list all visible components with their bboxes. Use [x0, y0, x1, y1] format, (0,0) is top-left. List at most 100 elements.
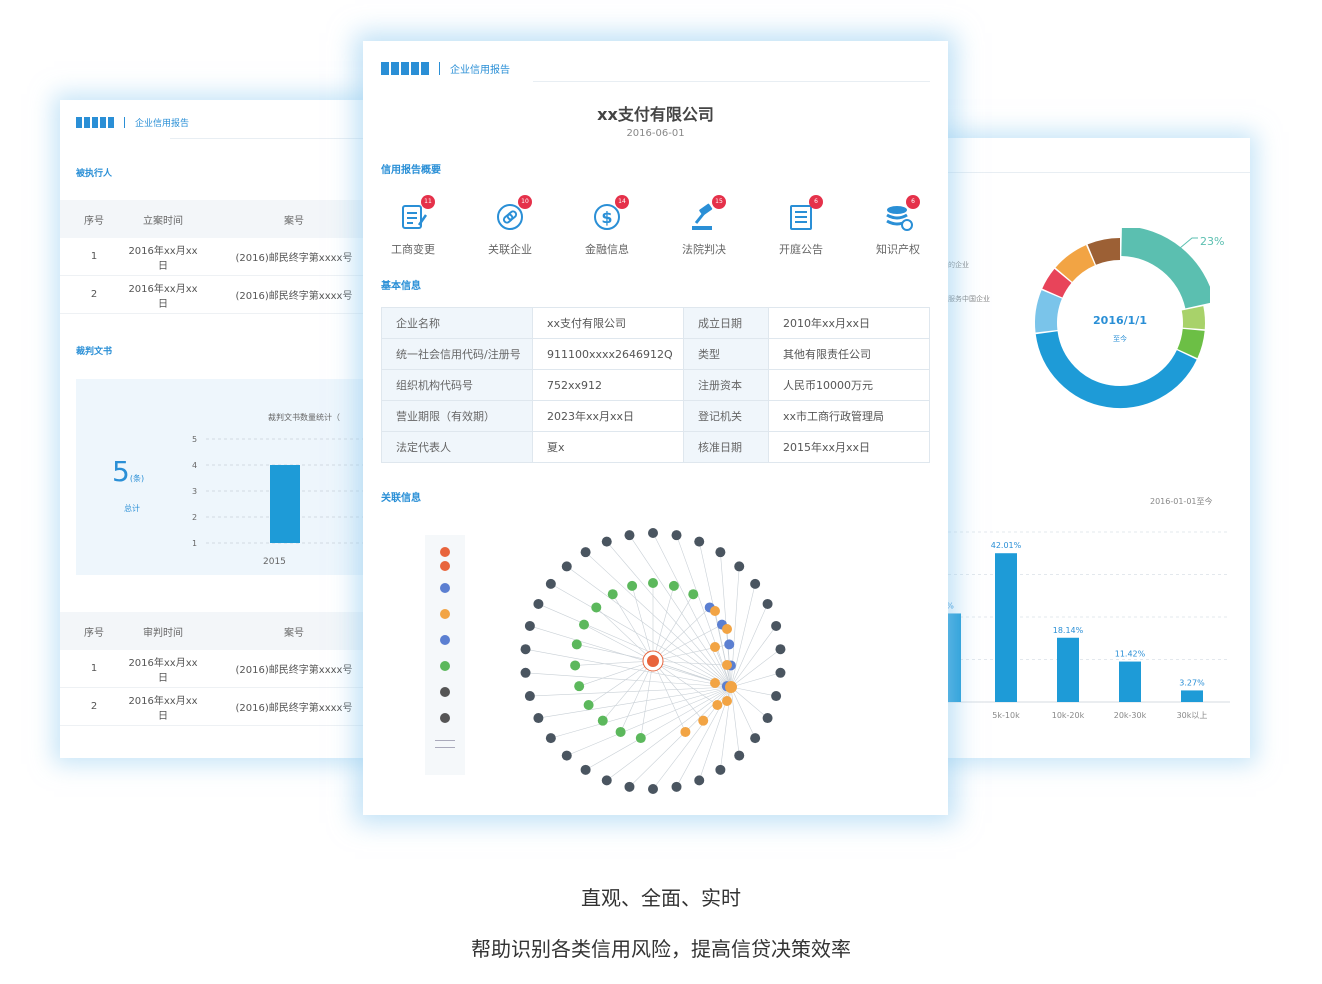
summary-ip[interactable]: 6 知识产权 — [858, 195, 938, 257]
network-node[interactable] — [545, 733, 556, 744]
network-node[interactable] — [771, 691, 782, 702]
network-node[interactable] — [601, 775, 612, 786]
summary-court-notices[interactable]: 6 开庭公告 — [761, 195, 841, 257]
network-node[interactable] — [750, 578, 761, 589]
network-edge — [730, 603, 768, 688]
network-node[interactable] — [694, 775, 705, 786]
cell: 2 — [90, 701, 98, 712]
network-node[interactable] — [722, 624, 732, 634]
network-node[interactable] — [715, 764, 726, 775]
summary-label: 开庭公告 — [779, 243, 823, 256]
network-edge — [652, 585, 675, 662]
network-node[interactable] — [574, 681, 585, 692]
network-node[interactable] — [624, 781, 635, 792]
network-node[interactable] — [762, 713, 773, 724]
info-value: 夏x — [532, 431, 684, 463]
network-node[interactable] — [680, 726, 691, 737]
basic-info-table: 企业名称 xx支付有限公司 成立日期 2010年xx月xx日 统一社会信用代码/… — [381, 307, 930, 463]
network-node[interactable] — [533, 713, 544, 724]
network-node[interactable] — [635, 733, 646, 744]
network-edge — [612, 594, 654, 662]
network-node[interactable] — [561, 561, 572, 572]
network-node[interactable] — [648, 578, 658, 588]
network-node[interactable] — [710, 606, 720, 616]
summary-business-change[interactable]: 11 工商变更 — [373, 195, 453, 257]
network-hub-node[interactable] — [725, 681, 737, 693]
legend-marker — [440, 635, 450, 645]
table-row[interactable]: 1 2016年xx月xx日 (2016)邮民终字第xxxx号 — [60, 238, 390, 276]
table-row[interactable]: 2 2016年xx月xx日 (2016)邮民终字第xxxx号 — [60, 688, 390, 726]
network-node[interactable] — [615, 726, 626, 737]
network-center-node[interactable] — [647, 655, 659, 667]
table-row[interactable]: 1 2016年xx月xx日 (2016)邮民终字第xxxx号 — [60, 650, 390, 688]
network-node[interactable] — [771, 620, 782, 631]
network-node[interactable] — [601, 536, 612, 547]
network-node[interactable] — [698, 715, 709, 726]
bar-data-label: 3.27% — [1179, 678, 1205, 687]
network-node[interactable] — [688, 589, 699, 600]
link-icon: 10 — [494, 195, 532, 233]
network-node[interactable] — [583, 700, 594, 711]
network-node[interactable] — [607, 589, 618, 600]
network-node[interactable] — [775, 644, 786, 655]
summary-related-companies[interactable]: 10 关联企业 — [470, 195, 550, 257]
donut-segment — [1177, 328, 1205, 359]
stat-label: 总计 — [124, 504, 140, 513]
network-edge — [730, 672, 781, 688]
bar-data-label: 42.01% — [991, 541, 1022, 550]
summary-court-rulings[interactable]: 15 法院判决 — [664, 195, 744, 257]
network-node[interactable] — [580, 764, 591, 775]
y-tick: 3 — [192, 487, 198, 496]
network-node[interactable] — [710, 642, 720, 652]
network-node[interactable] — [734, 750, 745, 761]
network-node[interactable] — [520, 644, 531, 655]
network-node[interactable] — [722, 696, 732, 706]
network-node[interactable] — [671, 530, 682, 541]
network-node[interactable] — [724, 639, 735, 650]
network-node[interactable] — [715, 547, 726, 558]
network-node[interactable] — [545, 578, 556, 589]
network-edge — [640, 660, 654, 739]
summary-financial-info[interactable]: $ 14 金融信息 — [567, 195, 647, 257]
network-node[interactable] — [624, 530, 635, 541]
network-node[interactable] — [524, 620, 535, 631]
network-edge — [588, 660, 654, 706]
donut-percent-label: 23% — [1200, 235, 1225, 248]
network-node[interactable] — [597, 715, 608, 726]
network-node[interactable] — [734, 561, 745, 572]
judgment-mini-chart — [206, 438, 390, 544]
network-node[interactable] — [762, 598, 773, 609]
right-report-card: 的企业 服务中国企业 2016/1/1 至今 23% 2016-01-01至今 … — [930, 138, 1250, 758]
bar — [1181, 690, 1203, 702]
network-node[interactable] — [579, 619, 590, 630]
summary-label: 工商变更 — [391, 243, 435, 256]
related-network-graph[interactable] — [503, 511, 943, 811]
network-node[interactable] — [648, 528, 658, 538]
network-node[interactable] — [694, 536, 705, 547]
network-node[interactable] — [722, 660, 732, 670]
network-node[interactable] — [710, 678, 720, 688]
network-node[interactable] — [668, 580, 679, 591]
network-node[interactable] — [775, 667, 786, 678]
caption-line-1: 直观、全面、实时 — [581, 886, 741, 910]
network-node[interactable] — [520, 667, 531, 678]
network-node[interactable] — [671, 781, 682, 792]
table-row[interactable]: 2 2016年xx月xx日 (2016)邮民终字第xxxx号 — [60, 276, 390, 314]
network-node[interactable] — [750, 733, 761, 744]
network-node[interactable] — [712, 700, 723, 711]
network-node[interactable] — [648, 784, 658, 794]
bar — [995, 553, 1017, 702]
mini-chart-bar — [270, 465, 300, 543]
bar — [1119, 661, 1141, 702]
logo-mark-icon — [76, 116, 114, 128]
network-node[interactable] — [591, 602, 602, 613]
donut-segment — [1181, 306, 1205, 330]
network-node[interactable] — [571, 639, 582, 650]
network-node[interactable] — [533, 598, 544, 609]
network-node[interactable] — [627, 580, 638, 591]
report-label: 企业信用报告 — [450, 64, 510, 76]
network-node[interactable] — [580, 547, 591, 558]
network-node[interactable] — [524, 691, 535, 702]
network-node[interactable] — [561, 750, 572, 761]
network-node[interactable] — [570, 660, 581, 671]
